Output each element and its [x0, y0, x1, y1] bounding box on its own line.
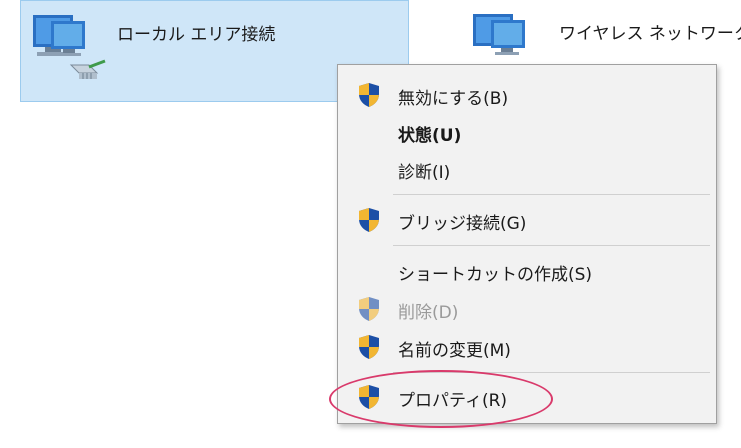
menu-item-disable[interactable]: 無効にする(B) — [338, 77, 716, 111]
menu-item-delete: 削除(D) — [338, 291, 716, 325]
menu-item-label: 診断(I) — [398, 163, 451, 183]
uac-shield-icon — [359, 83, 379, 107]
menu-item-label: 状態(U) — [398, 126, 462, 146]
uac-shield-icon — [359, 297, 379, 321]
menu-item-label: 無効にする(B) — [398, 89, 509, 109]
context-menu: 無効にする(B) 状態(U) 診断(I) ブリッジ接続(G) ショートカットの作… — [337, 64, 717, 424]
adapter-name: ローカル エリア接続 — [117, 25, 276, 45]
menu-item-rename[interactable]: 名前の変更(M) — [338, 329, 716, 363]
uac-shield-icon — [359, 208, 379, 232]
highlight-ring — [329, 370, 553, 428]
menu-item-label: 名前の変更(M) — [398, 341, 511, 361]
menu-item-diagnose[interactable]: 診断(I) — [338, 151, 716, 185]
uac-shield-icon — [359, 335, 379, 359]
menu-item-create-shortcut[interactable]: ショートカットの作成(S) — [338, 253, 716, 287]
menu-item-status[interactable]: 状態(U) — [338, 114, 716, 148]
menu-separator — [393, 245, 710, 246]
menu-item-label: 削除(D) — [398, 303, 459, 323]
network-adapter-icon — [33, 15, 106, 79]
menu-item-label: ブリッジ接続(G) — [398, 214, 527, 234]
adapter-name: ワイヤレス ネットワーク接 — [559, 24, 741, 44]
menu-item-label: ショートカットの作成(S) — [398, 265, 593, 285]
menu-separator — [393, 194, 710, 195]
menu-item-bridge-connections[interactable]: ブリッジ接続(G) — [338, 202, 716, 236]
